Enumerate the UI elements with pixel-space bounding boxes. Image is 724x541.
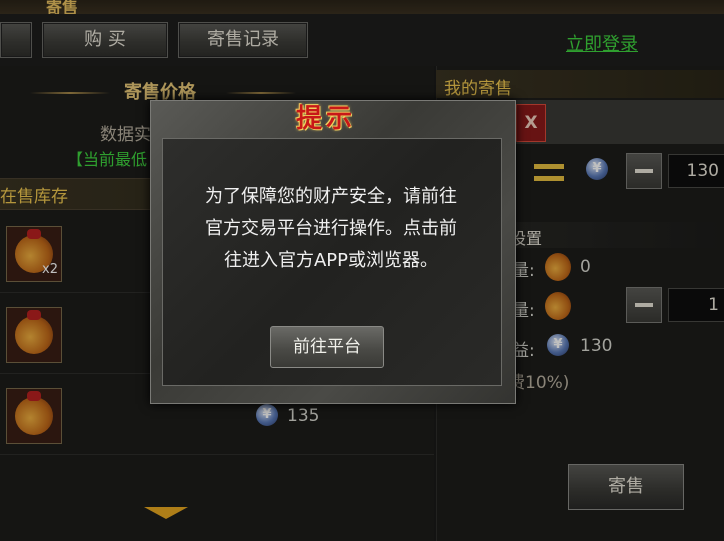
dialog-message-line: 为了保障您的财产安全，请前往 [205,186,457,207]
dialog-message-line: 官方交易平台进行操作。点击前 [205,218,457,239]
go-to-platform-button[interactable]: 前往平台 [270,326,384,368]
dialog-message-line: 往进入官方APP或浏览器。 [223,250,439,271]
dialog-title: 提示 [296,104,357,134]
